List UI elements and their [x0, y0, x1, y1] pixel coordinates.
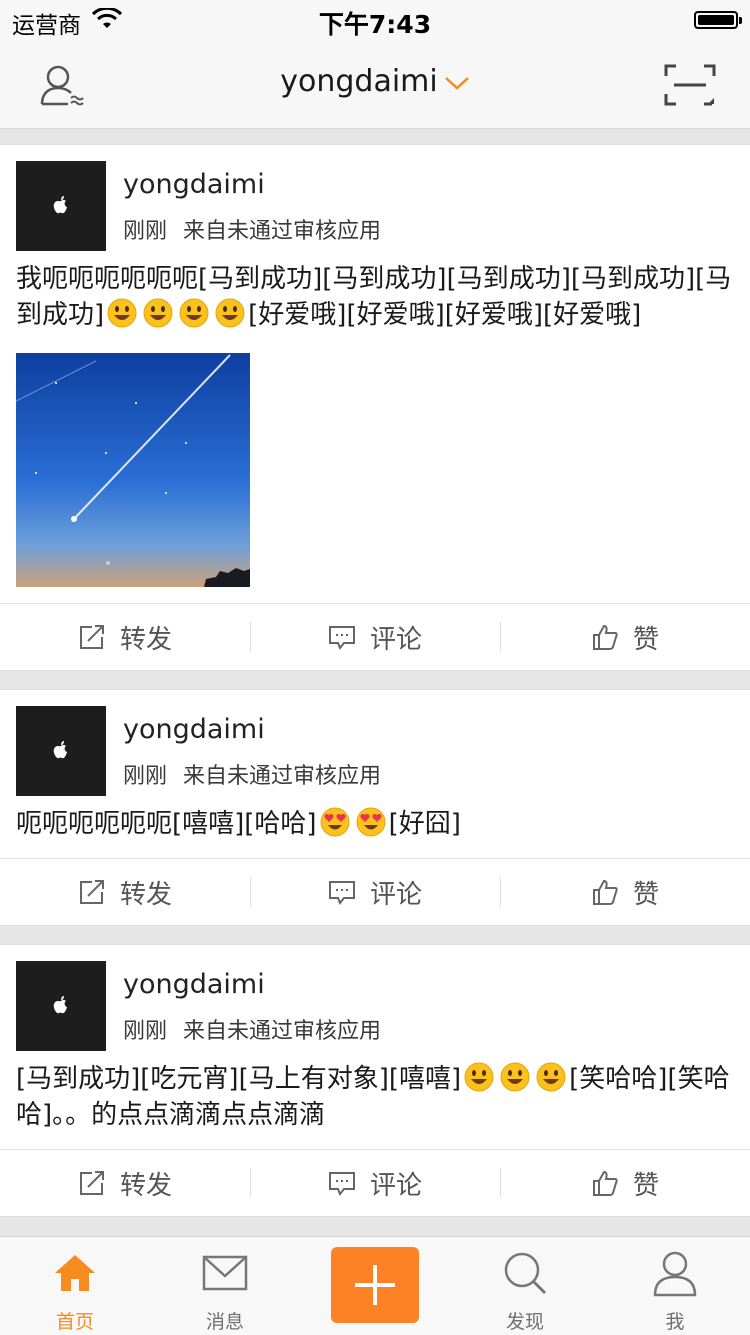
tab-bar: 首页 消息 发现 我 — [0, 1236, 750, 1335]
tab-me[interactable]: 我 — [600, 1237, 750, 1335]
post-text-segment: [马到成功][吃元宵][马上有对象][嘻嘻] — [16, 1064, 462, 1094]
comment-button[interactable]: 评论 — [250, 1150, 500, 1216]
battery-icon — [694, 11, 742, 29]
avatar[interactable] — [16, 161, 106, 251]
post-source: 来自未通过审核应用 — [183, 219, 382, 244]
like-icon — [592, 624, 618, 650]
home-icon — [55, 1255, 95, 1291]
post-content[interactable]: 呃呃呃呃呃呃[嘻嘻][哈哈] [好囧] — [0, 806, 750, 842]
comment-label: 评论 — [369, 624, 422, 655]
post-header: yongdaimi 刚刚 来自未通过审核应用 — [0, 945, 750, 1061]
apple-logo-icon — [53, 996, 67, 1014]
nav-title-text: yongdaimi — [280, 64, 438, 99]
post-username[interactable]: yongdaimi — [123, 714, 265, 745]
post-text-segment: [好爱哦][好爱哦][好爱哦][好爱哦] — [248, 300, 642, 330]
nav-title[interactable]: yongdaimi — [0, 64, 750, 99]
post-username[interactable]: yongdaimi — [123, 169, 265, 200]
post-text-segment: [好囧] — [388, 809, 461, 839]
like-label: 赞 — [632, 879, 659, 910]
status-bar: 运营商 下午7:43 — [0, 0, 750, 40]
post-header: yongdaimi 刚刚 来自未通过审核应用 — [0, 145, 750, 261]
smiley-emoji-icon — [107, 298, 137, 328]
repost-label: 转发 — [119, 1170, 172, 1201]
like-label: 赞 — [632, 624, 659, 655]
like-icon — [592, 1170, 618, 1196]
smiley-emoji-icon — [215, 298, 245, 328]
post-source: 来自未通过审核应用 — [183, 764, 382, 789]
post-text-segment: 呃呃呃呃呃呃[嘻嘻][哈哈] — [16, 809, 317, 839]
smiley-emoji-icon — [179, 298, 209, 328]
smiley-emoji-icon — [464, 1062, 494, 1092]
repost-label: 转发 — [119, 879, 172, 910]
smiley-emoji-icon — [536, 1062, 566, 1092]
repost-icon — [79, 880, 104, 904]
status-time: 下午7:43 — [318, 10, 432, 39]
repost-button[interactable]: 转发 — [0, 859, 250, 925]
avatar[interactable] — [16, 961, 106, 1051]
like-label: 赞 — [632, 1170, 659, 1201]
like-icon — [592, 879, 618, 905]
post-time: 刚刚 — [123, 219, 168, 244]
post-time: 刚刚 — [123, 764, 168, 789]
tab-messages-label: 消息 — [205, 1311, 244, 1333]
post-meta: 刚刚 来自未通过审核应用 — [123, 758, 381, 790]
post-card[interactable]: yongdaimi 刚刚 来自未通过审核应用呃呃呃呃呃呃[嘻嘻][哈哈] [好囧] 转发… — [0, 689, 750, 926]
post-content[interactable]: 我呃呃呃呃呃呃[马到成功][马到成功][马到成功][马到成功][马到成功] [好爱… — [0, 261, 750, 333]
post-time: 刚刚 — [123, 1019, 168, 1044]
comment-icon — [328, 626, 355, 650]
repost-button[interactable]: 转发 — [0, 1150, 250, 1216]
post-meta: 刚刚 来自未通过审核应用 — [123, 213, 381, 245]
comment-button[interactable]: 评论 — [250, 604, 500, 670]
heart-eyes-emoji-icon — [320, 807, 350, 837]
repost-icon — [79, 1171, 104, 1195]
like-button[interactable]: 赞 — [500, 859, 750, 925]
post-content[interactable]: [马到成功][吃元宵][马上有对象][嘻嘻] [笑哈哈][笑哈哈]。。的点点滴滴点… — [0, 1061, 750, 1133]
post-photo[interactable] — [16, 353, 250, 587]
post-actions: 转发 评论 赞 — [0, 858, 750, 925]
avatar[interactable] — [16, 706, 106, 796]
apple-logo-icon — [53, 741, 67, 759]
tab-home-label: 首页 — [55, 1311, 94, 1333]
chevron-down-icon — [444, 76, 469, 90]
smiley-emoji-icon — [143, 298, 173, 328]
repost-label: 转发 — [119, 624, 172, 655]
comment-label: 评论 — [369, 1170, 422, 1201]
post-username[interactable]: yongdaimi — [123, 969, 265, 1000]
tab-home[interactable]: 首页 — [0, 1237, 150, 1335]
nav-bar: yongdaimi — [0, 40, 750, 129]
compose-button[interactable] — [331, 1247, 419, 1323]
tab-discover[interactable]: 发现 — [450, 1237, 600, 1335]
like-button[interactable]: 赞 — [500, 604, 750, 670]
apple-logo-icon — [53, 196, 67, 214]
post-actions: 转发 评论 赞 — [0, 603, 750, 670]
post-header: yongdaimi 刚刚 来自未通过审核应用 — [0, 690, 750, 806]
tab-me-label: 我 — [665, 1311, 685, 1333]
repost-icon — [79, 625, 104, 649]
comment-label: 评论 — [369, 879, 422, 910]
search-icon — [504, 1252, 547, 1295]
tab-discover-label: 发现 — [505, 1311, 544, 1333]
post-meta: 刚刚 来自未通过审核应用 — [123, 1013, 381, 1045]
like-button[interactable]: 赞 — [500, 1150, 750, 1216]
post-card[interactable]: yongdaimi 刚刚 来自未通过审核应用 [马到成功][吃元宵][马上有对象][嘻… — [0, 944, 750, 1217]
post-card[interactable]: yongdaimi 刚刚 来自未通过审核应用我呃呃呃呃呃呃[马到成功][马到成功][… — [0, 144, 750, 671]
feed-list: yongdaimi 刚刚 来自未通过审核应用 我呃呃呃呃呃呃[马到成功][马到成功][… — [0, 144, 750, 1235]
comment-icon — [328, 881, 355, 905]
tab-compose[interactable] — [300, 1237, 450, 1335]
comment-button[interactable]: 评论 — [250, 859, 500, 925]
post-actions: 转发 评论 赞 — [0, 1149, 750, 1216]
post-source: 来自未通过审核应用 — [183, 1019, 382, 1044]
scan-icon[interactable] — [664, 64, 716, 106]
comment-icon — [328, 1172, 355, 1196]
profile-icon — [653, 1251, 697, 1297]
repost-button[interactable]: 转发 — [0, 604, 250, 670]
heart-eyes-emoji-icon — [356, 807, 386, 837]
envelope-icon — [202, 1255, 248, 1291]
smiley-emoji-icon — [500, 1062, 530, 1092]
tab-messages[interactable]: 消息 — [150, 1237, 300, 1335]
